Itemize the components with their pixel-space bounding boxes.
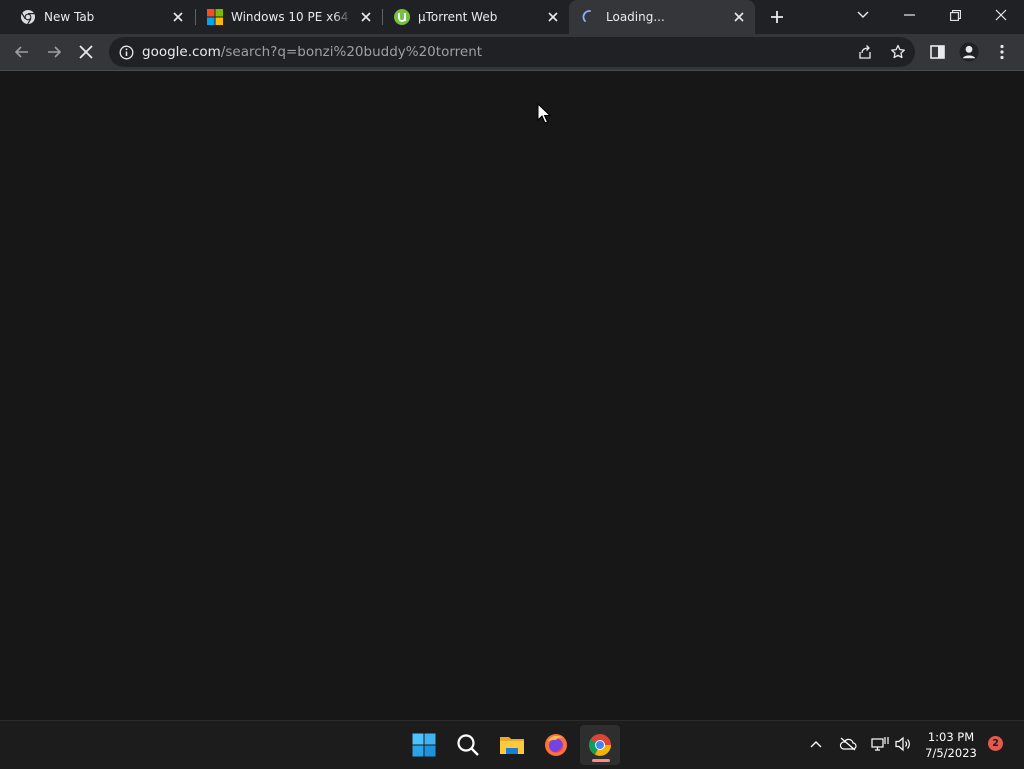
- tab-loading[interactable]: Loading...: [569, 0, 755, 34]
- clock-time: 1:03 PM: [927, 730, 975, 744]
- network-icon: [871, 737, 889, 751]
- tab-title: Loading...: [606, 10, 665, 24]
- tab-windows-10-pe[interactable]: Windows 10 PE x64 - xi: [196, 0, 382, 34]
- notification-badge[interactable]: 2: [988, 736, 1003, 751]
- volume-icon: [895, 736, 910, 752]
- show-hidden-icons-button[interactable]: [805, 733, 827, 755]
- side-panel-button[interactable]: [923, 38, 951, 66]
- taskbar-file-explorer[interactable]: [492, 725, 532, 765]
- profile-button[interactable]: [955, 38, 983, 66]
- clock-date: 7/5/2023: [925, 746, 977, 760]
- taskbar: [0, 720, 1024, 769]
- profile-icon: [959, 42, 979, 62]
- windows-tiles-icon: [207, 9, 223, 25]
- info-icon[interactable]: [118, 44, 134, 60]
- more-vertical-icon: [1000, 44, 1004, 60]
- taskbar-search-button[interactable]: [448, 725, 488, 765]
- search-icon: [457, 734, 479, 756]
- url-text: google.com/search?q=bonzi%20buddy%20torr…: [142, 44, 482, 60]
- tab-new-tab[interactable]: New Tab: [0, 0, 194, 34]
- cloud-off-icon: [839, 737, 857, 751]
- chevron-down-icon: [857, 11, 869, 18]
- windows-start-icon: [412, 733, 436, 757]
- url-path: /search?q=bonzi%20buddy%20torrent: [220, 44, 483, 60]
- mouse-cursor-icon: [537, 103, 551, 124]
- new-tab-button[interactable]: [766, 6, 788, 28]
- back-button[interactable]: [8, 38, 36, 66]
- tab-title: New Tab: [44, 10, 95, 24]
- active-app-indicator: [592, 759, 610, 762]
- tab-title: µTorrent Web: [418, 10, 498, 24]
- chrome-icon: [589, 734, 611, 756]
- tab-title: Windows 10 PE x64 - xi: [231, 10, 352, 24]
- system-clock[interactable]: 1:03 PM 7/5/2023: [918, 729, 984, 761]
- firefox-icon: [545, 734, 567, 756]
- loading-spinner-icon: [582, 9, 598, 25]
- utorrent-icon: [394, 9, 410, 25]
- plus-icon: [771, 11, 783, 23]
- file-explorer-icon: [500, 737, 524, 754]
- address-bar[interactable]: google.com/search?q=bonzi%20buddy%20torr…: [109, 37, 915, 67]
- browser-toolbar: google.com/search?q=bonzi%20buddy%20torr…: [0, 34, 1024, 71]
- forward-button[interactable]: [40, 38, 68, 66]
- star-icon: [891, 44, 905, 59]
- share-button[interactable]: [854, 41, 876, 63]
- volume-control[interactable]: [892, 733, 914, 755]
- share-icon: [859, 45, 871, 59]
- stop-loading-button[interactable]: [72, 38, 100, 66]
- chrome-icon: [20, 9, 36, 25]
- tab-close-icon[interactable]: [358, 9, 374, 25]
- tab-search-button[interactable]: [840, 0, 886, 30]
- tab-close-icon[interactable]: [545, 9, 561, 25]
- url-host: google.com: [142, 44, 221, 60]
- onedrive-status[interactable]: [837, 733, 859, 755]
- page-content[interactable]: [0, 71, 1024, 720]
- tab-close-icon[interactable]: [170, 9, 186, 25]
- bookmark-button[interactable]: [887, 41, 909, 63]
- arrow-left-icon: [14, 46, 28, 58]
- tab-utorrent-web[interactable]: µTorrent Web: [383, 0, 569, 34]
- side-panel-icon: [929, 45, 945, 59]
- close-icon: [995, 9, 1007, 21]
- taskbar-firefox[interactable]: [536, 725, 576, 765]
- arrow-right-icon: [48, 46, 62, 58]
- tab-close-icon[interactable]: [731, 9, 747, 25]
- restore-icon: [949, 9, 961, 21]
- minimize-icon: [903, 14, 915, 16]
- start-button[interactable]: [404, 725, 444, 765]
- close-icon: [79, 45, 93, 59]
- minimize-button[interactable]: [886, 0, 932, 30]
- network-status[interactable]: [869, 733, 891, 755]
- tab-strip: New Tab Windows 10 PE x64 - xi: [0, 0, 1024, 34]
- close-window-button[interactable]: [978, 0, 1024, 30]
- chevron-up-icon: [810, 741, 822, 748]
- restore-button[interactable]: [932, 0, 978, 30]
- browser-menu-button[interactable]: [988, 38, 1016, 66]
